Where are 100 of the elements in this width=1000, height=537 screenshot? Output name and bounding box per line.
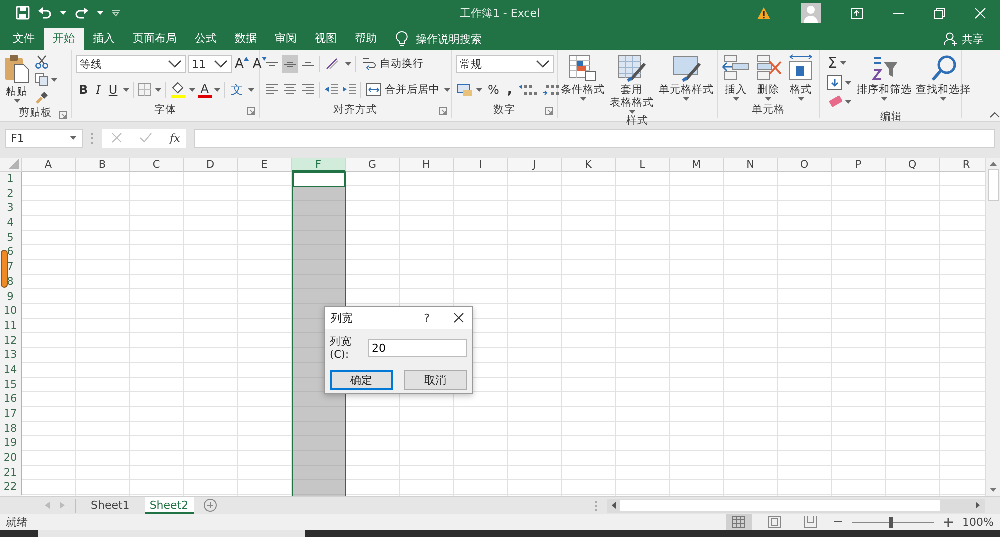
scroll-up-icon[interactable] [990,162,996,166]
column-header[interactable]: D [184,158,238,172]
row-header[interactable]: 3 [0,201,22,216]
active-cell[interactable] [293,172,345,187]
row-header[interactable]: 5 [0,230,22,246]
column-header[interactable]: M [670,158,724,172]
row-header[interactable]: 1 [0,172,22,187]
row-header[interactable]: 13 [0,348,22,363]
caret-icon[interactable] [14,99,20,103]
comma-button[interactable]: , [504,82,516,98]
fill-button[interactable] [826,74,853,92]
column-header[interactable]: H [400,158,454,172]
zoom-level[interactable]: 100% [962,516,994,528]
align-middle-button[interactable] [282,55,298,73]
ribbon-button[interactable]: 套用 表格格式 [610,54,654,114]
align-center-icon[interactable] [282,83,298,97]
border-icon[interactable] [138,83,152,97]
close-icon[interactable] [975,8,986,18]
increase-indent-icon[interactable] [341,83,357,97]
ribbon-button[interactable]: 格式 [786,54,816,101]
ribbon-tab[interactable]: 视图 [306,28,346,50]
caret-icon[interactable] [444,88,451,92]
caret-icon[interactable] [476,88,483,92]
merge-center-button[interactable]: 合并后居中 [364,82,442,98]
zoom-slider-thumb[interactable] [888,516,893,528]
copy-button[interactable] [34,72,59,88]
ribbon-display-icon[interactable] [851,8,863,18]
caret-icon[interactable] [845,100,852,104]
scroll-right-icon[interactable] [976,502,980,509]
caret-icon[interactable] [248,88,255,92]
scroll-down-icon[interactable] [990,488,996,492]
caret-icon[interactable] [154,88,162,92]
percent-button[interactable]: % [485,82,502,98]
column-header[interactable]: I [454,158,508,172]
ribbon-tab[interactable]: 审阅 [266,28,306,50]
ribbon-tab[interactable]: 数据 [226,28,266,50]
number-format-dropdown[interactable]: 常规 [456,55,554,73]
caret-icon[interactable] [345,62,352,66]
tell-me-search[interactable]: 操作说明搜索 [416,32,482,46]
column-header[interactable]: L [616,158,670,172]
ribbon-tab[interactable]: 开始 [44,28,84,50]
row-header[interactable]: 15 [0,378,22,392]
collapse-ribbon-icon[interactable] [990,112,1000,118]
paste-button[interactable]: 粘贴 [4,54,30,103]
caret-icon[interactable] [580,97,586,101]
caret-icon[interactable] [188,88,196,92]
customize-icon[interactable] [112,10,120,16]
triangle-down-icon[interactable] [262,56,267,60]
column-header[interactable]: B [76,158,130,172]
caret-icon[interactable] [60,11,67,15]
dialog-launcher-icon[interactable] [59,111,67,119]
ribbon-button[interactable]: 条件格式 [561,54,605,101]
fill-bucket-icon[interactable] [170,82,186,98]
column-header[interactable]: N [724,158,778,172]
width-field[interactable]: 20 [368,339,467,357]
share-button[interactable]: 共享 [944,28,1000,50]
ribbon-button[interactable]: 单元格样式 [659,54,714,101]
row-header[interactable]: 10 [0,304,22,319]
shrink-font-button[interactable]: A [252,56,268,72]
horizontal-scrollbar[interactable] [607,498,985,512]
ribbon-tab[interactable]: 帮助 [346,28,386,50]
column-header[interactable]: J [508,158,562,172]
close-button[interactable] [452,311,466,325]
zoom-slider[interactable] [852,516,934,528]
scroll-left-icon[interactable] [612,502,616,509]
save-icon[interactable] [16,6,30,20]
increase-decimal-icon[interactable] [518,83,538,97]
caret-icon[interactable] [97,11,104,15]
ribbon-button[interactable]: 删除 [754,54,784,101]
insert-function-button[interactable]: fx [170,132,180,144]
warning-icon[interactable] [757,6,771,20]
font-size-dropdown[interactable]: 11 [188,55,232,73]
font-color-button[interactable]: A [198,82,212,98]
column-header[interactable]: F [292,158,346,172]
grow-font-button[interactable]: A [234,56,250,72]
row-header[interactable]: 12 [0,334,22,348]
ribbon-tab[interactable]: 文件 [4,28,44,50]
page-icon[interactable] [768,516,782,528]
caret-icon[interactable] [51,78,58,82]
italic-button[interactable]: I [93,82,104,98]
cancel-button[interactable]: 取消 [404,370,467,390]
caret-icon[interactable] [845,81,852,85]
caret-icon[interactable] [628,110,636,114]
row-header[interactable]: 9 [0,290,22,304]
normal-view-button[interactable] [726,514,752,530]
ok-button[interactable]: 确定 [330,370,393,390]
caret-icon[interactable] [881,97,888,101]
restore-icon[interactable] [934,8,945,18]
undo-icon[interactable] [38,7,52,19]
add-sheet-icon[interactable] [204,499,217,512]
row-header[interactable]: 21 [0,466,22,480]
wrap-text-button[interactable]: 自动换行 [359,56,426,72]
triangle-up-icon[interactable] [244,56,249,60]
column-header[interactable]: G [346,158,400,172]
ribbon-button[interactable]: 插入 [721,54,751,101]
row-header[interactable]: 16 [0,392,22,407]
decrease-indent-icon[interactable] [323,83,339,97]
row-header[interactable]: 20 [0,451,22,466]
column-header[interactable]: Q [886,158,940,172]
dialog-launcher-icon[interactable] [439,107,447,115]
